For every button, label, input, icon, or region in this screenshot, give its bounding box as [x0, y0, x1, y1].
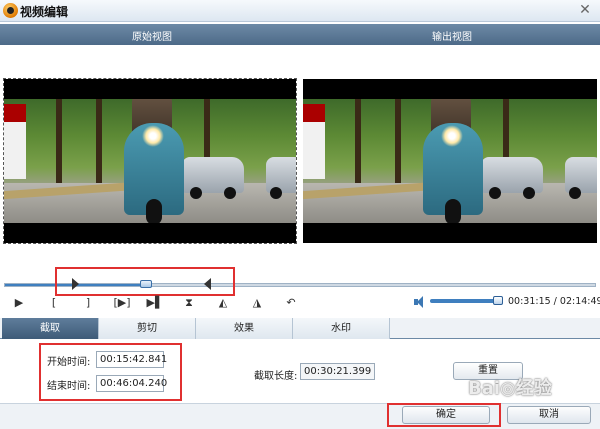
flip-vertical-button[interactable]: ⧗	[180, 295, 198, 311]
output-video-preview[interactable]	[303, 79, 597, 243]
play-selection-button[interactable]: [▶]	[110, 295, 134, 311]
original-view-label: 原始视图	[132, 32, 172, 43]
trim-length-field: 00:30:21.399	[300, 363, 375, 380]
rotate-left-button[interactable]: ◭	[214, 295, 232, 311]
cancel-button[interactable]: 取消	[507, 406, 591, 424]
play-button[interactable]: ▶	[10, 295, 28, 311]
time-readout: 00:31:15 / 02:14:49	[508, 296, 600, 307]
speaker-icon[interactable]	[414, 296, 428, 308]
trim-length-label: 截取长度:	[254, 371, 298, 382]
window-title: 视频编辑	[20, 5, 69, 19]
next-frame-button[interactable]: ▶▌	[146, 295, 164, 311]
volume-thumb[interactable]	[493, 296, 504, 305]
annotation-box-ok	[387, 403, 501, 427]
set-start-button[interactable]: [	[45, 295, 63, 311]
undo-button[interactable]: ↶	[282, 295, 300, 311]
title-bar: 视频编辑 ✕	[0, 0, 600, 22]
original-video-preview[interactable]	[3, 78, 297, 244]
tab-effects[interactable]: 效果	[196, 318, 293, 339]
tab-watermark[interactable]: 水印	[293, 318, 390, 339]
tab-cut[interactable]: 剪切	[99, 318, 196, 339]
edit-tabs: 截取 剪切 效果 水印	[0, 318, 600, 339]
annotation-box-times	[39, 343, 182, 401]
app-logo-icon	[3, 3, 18, 18]
volume-slider[interactable]	[430, 299, 502, 303]
video-frame-output	[303, 99, 597, 223]
rotate-right-button[interactable]: ◮	[248, 295, 266, 311]
close-button[interactable]: ✕	[577, 2, 593, 18]
output-view-label: 输出视图	[432, 32, 472, 43]
set-end-button[interactable]: ]	[79, 295, 97, 311]
video-frame-original	[4, 99, 296, 223]
baidu-watermark: Bai◎经验	[468, 378, 552, 399]
view-header-bar: 原始视图 输出视图	[0, 24, 600, 45]
tab-trim[interactable]: 截取	[2, 318, 99, 339]
